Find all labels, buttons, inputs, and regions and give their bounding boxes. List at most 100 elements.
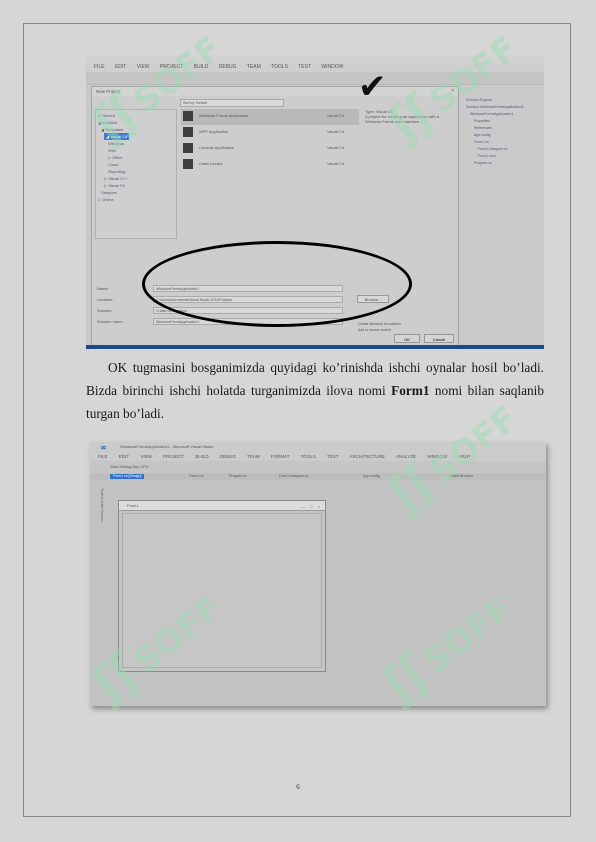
menu-item[interactable]: WINDOW bbox=[321, 64, 343, 70]
tree-item[interactable]: Cloud bbox=[98, 161, 174, 168]
tree-item[interactable]: ▷ Office bbox=[98, 154, 174, 161]
solution-item[interactable]: Form1.resx bbox=[466, 153, 540, 160]
menu-item[interactable]: ANALYZE bbox=[396, 454, 416, 459]
dialog-title: New Project bbox=[92, 87, 458, 96]
wpf-icon bbox=[183, 127, 193, 137]
menu-item[interactable]: PROJECT bbox=[163, 454, 184, 459]
template-name: Console Application bbox=[199, 145, 235, 150]
solution-item[interactable]: References bbox=[466, 125, 540, 132]
description-text: A project for creating an application wi… bbox=[365, 114, 440, 124]
tab-app-config[interactable]: App.config bbox=[360, 474, 383, 479]
menu-item[interactable]: TOOLS bbox=[301, 454, 316, 459]
ok-button[interactable]: OK bbox=[394, 334, 420, 343]
menu-item[interactable]: ARCHITECTURE bbox=[350, 454, 385, 459]
tree-item[interactable]: Reporting bbox=[98, 168, 174, 175]
tree-item[interactable]: ◢ Templates bbox=[98, 126, 174, 133]
menu-item[interactable]: DEBUG bbox=[219, 64, 237, 70]
menu-item[interactable]: TEAM bbox=[247, 64, 261, 70]
solution-item[interactable]: Program.cs bbox=[466, 160, 540, 167]
template-name: Class Library bbox=[199, 161, 223, 166]
menu-item[interactable]: VIEW bbox=[140, 454, 152, 459]
toolbox-strip[interactable]: Toolbox Data Sources bbox=[94, 488, 104, 578]
page-number: 6 bbox=[296, 783, 300, 791]
menu-item[interactable]: PROJECT bbox=[160, 64, 183, 70]
solution-item[interactable]: Form1.Designer.cs bbox=[466, 146, 540, 153]
close-icon[interactable]: × bbox=[451, 88, 454, 94]
tree-item-selected[interactable]: ◢ Visual C# bbox=[98, 133, 174, 140]
menu-item[interactable]: WINDOW bbox=[427, 454, 447, 459]
panel-title: Solution Explorer bbox=[466, 98, 493, 102]
menu-item[interactable]: FILE bbox=[94, 64, 105, 70]
tree-item[interactable]: Web bbox=[98, 147, 174, 154]
tree-item[interactable]: ◢ Installed bbox=[98, 119, 174, 126]
field-label: Solution name: bbox=[97, 319, 124, 324]
vs-title: WindowsFormsApplication1 - Microsoft Vis… bbox=[90, 442, 546, 452]
tab-form1-design[interactable]: Form1.cs [Design] bbox=[110, 474, 145, 479]
body-paragraph: OK tugmasini bosganimizda quyidagi ko’ri… bbox=[86, 356, 544, 425]
tab-form1-designer[interactable]: Form1.Designer.cs bbox=[276, 474, 311, 479]
field-label: Location: bbox=[97, 297, 114, 302]
toolbar-text[interactable]: Start Debug Any CPU bbox=[110, 464, 149, 469]
template-row[interactable]: WPF Application Visual C# bbox=[181, 125, 359, 141]
document-tabs: Form1.cs [Design] Form1.cs Program.cs Fo… bbox=[90, 473, 546, 480]
template-row[interactable]: Windows Forms Application Visual C# bbox=[181, 109, 359, 125]
paragraph-bold: Form1 bbox=[391, 383, 430, 398]
template-lang: Visual C# bbox=[327, 145, 345, 150]
template-list: Windows Forms Application Visual C# WPF … bbox=[181, 109, 359, 239]
tab-object-browser[interactable]: Object Browser bbox=[446, 474, 476, 479]
vs-designer-screenshot: ∞ WindowsFormsApplication1 - Microsoft V… bbox=[90, 442, 546, 706]
tree-item[interactable]: ▷ Visual F# bbox=[98, 182, 174, 189]
menu-item[interactable]: EDIT bbox=[115, 64, 126, 70]
tab-program-cs[interactable]: Program.cs bbox=[226, 474, 250, 479]
tree-item[interactable]: ▷ Recent bbox=[98, 112, 174, 119]
menu-item[interactable]: FILE bbox=[98, 454, 108, 459]
solution-item[interactable]: Solution 'WindowsFormsApplication1' bbox=[466, 104, 540, 111]
menu-item[interactable]: TEST bbox=[327, 454, 339, 459]
menu-item[interactable]: DEBUG bbox=[220, 454, 236, 459]
screenshot-divider bbox=[86, 345, 544, 349]
visual-studio-logo-icon: ∞ bbox=[100, 443, 107, 452]
menu-item[interactable]: TOOLS bbox=[271, 64, 288, 70]
create-directory-checkbox[interactable]: Create directory for solution bbox=[358, 322, 401, 326]
solution-item[interactable]: WindowsFormsApplication1 bbox=[466, 111, 540, 118]
winforms-icon bbox=[183, 111, 193, 121]
window-buttons-icon: — □ × bbox=[301, 504, 322, 509]
console-icon bbox=[183, 143, 193, 153]
solution-item[interactable]: App.config bbox=[466, 132, 540, 139]
sort-select[interactable]: Sort by: Default bbox=[180, 99, 284, 107]
menu-item[interactable]: FORMAT bbox=[271, 454, 290, 459]
tree-item[interactable]: ▷ Online bbox=[98, 196, 174, 203]
source-control-checkbox[interactable]: Add to source control bbox=[358, 328, 391, 332]
template-lang: Visual C# bbox=[327, 161, 345, 166]
template-lang: Visual C# bbox=[327, 129, 345, 134]
checkmark-icon: ✔ bbox=[358, 67, 387, 107]
menu-item[interactable]: HELP bbox=[458, 454, 470, 459]
form1-designer[interactable]: Form1 — □ × bbox=[118, 500, 326, 672]
tree-item-label: ◢ Visual C# bbox=[104, 133, 130, 140]
ide-toolbar bbox=[86, 72, 544, 85]
solution-item[interactable]: Properties bbox=[466, 118, 540, 125]
menu-item[interactable]: TEST bbox=[298, 64, 311, 70]
menu-item[interactable]: EDIT bbox=[119, 454, 129, 459]
tree-item[interactable]: Samples bbox=[98, 189, 174, 196]
menu-item[interactable]: VIEW bbox=[137, 64, 150, 70]
vs-toolbar: Start Debug Any CPU bbox=[90, 461, 546, 473]
menu-item[interactable]: TEAM bbox=[247, 454, 260, 459]
menu-item[interactable]: BUILD bbox=[195, 454, 208, 459]
template-row[interactable]: Class Library Visual C# bbox=[181, 157, 359, 173]
tab-form1-cs[interactable]: Form1.cs bbox=[186, 474, 207, 479]
field-label: Name: bbox=[97, 286, 109, 291]
solution-item[interactable]: Form1.cs bbox=[466, 139, 540, 146]
template-row[interactable]: Console Application Visual C# bbox=[181, 141, 359, 157]
template-name: Windows Forms Application bbox=[199, 113, 249, 118]
form1-titlebar: Form1 — □ × bbox=[119, 501, 325, 511]
form1-surface[interactable] bbox=[122, 513, 322, 668]
ide-titlebar bbox=[86, 55, 544, 63]
tree-item[interactable]: ▷ Visual C++ bbox=[98, 175, 174, 182]
solution-explorer: Solution Explorer Solution 'WindowsForms… bbox=[464, 95, 542, 295]
highlight-ellipse bbox=[142, 241, 412, 327]
field-label: Solution: bbox=[97, 308, 113, 313]
cancel-button[interactable]: Cancel bbox=[424, 334, 454, 343]
menu-item[interactable]: BUILD bbox=[194, 64, 209, 70]
tree-item[interactable]: Windows bbox=[98, 140, 174, 147]
